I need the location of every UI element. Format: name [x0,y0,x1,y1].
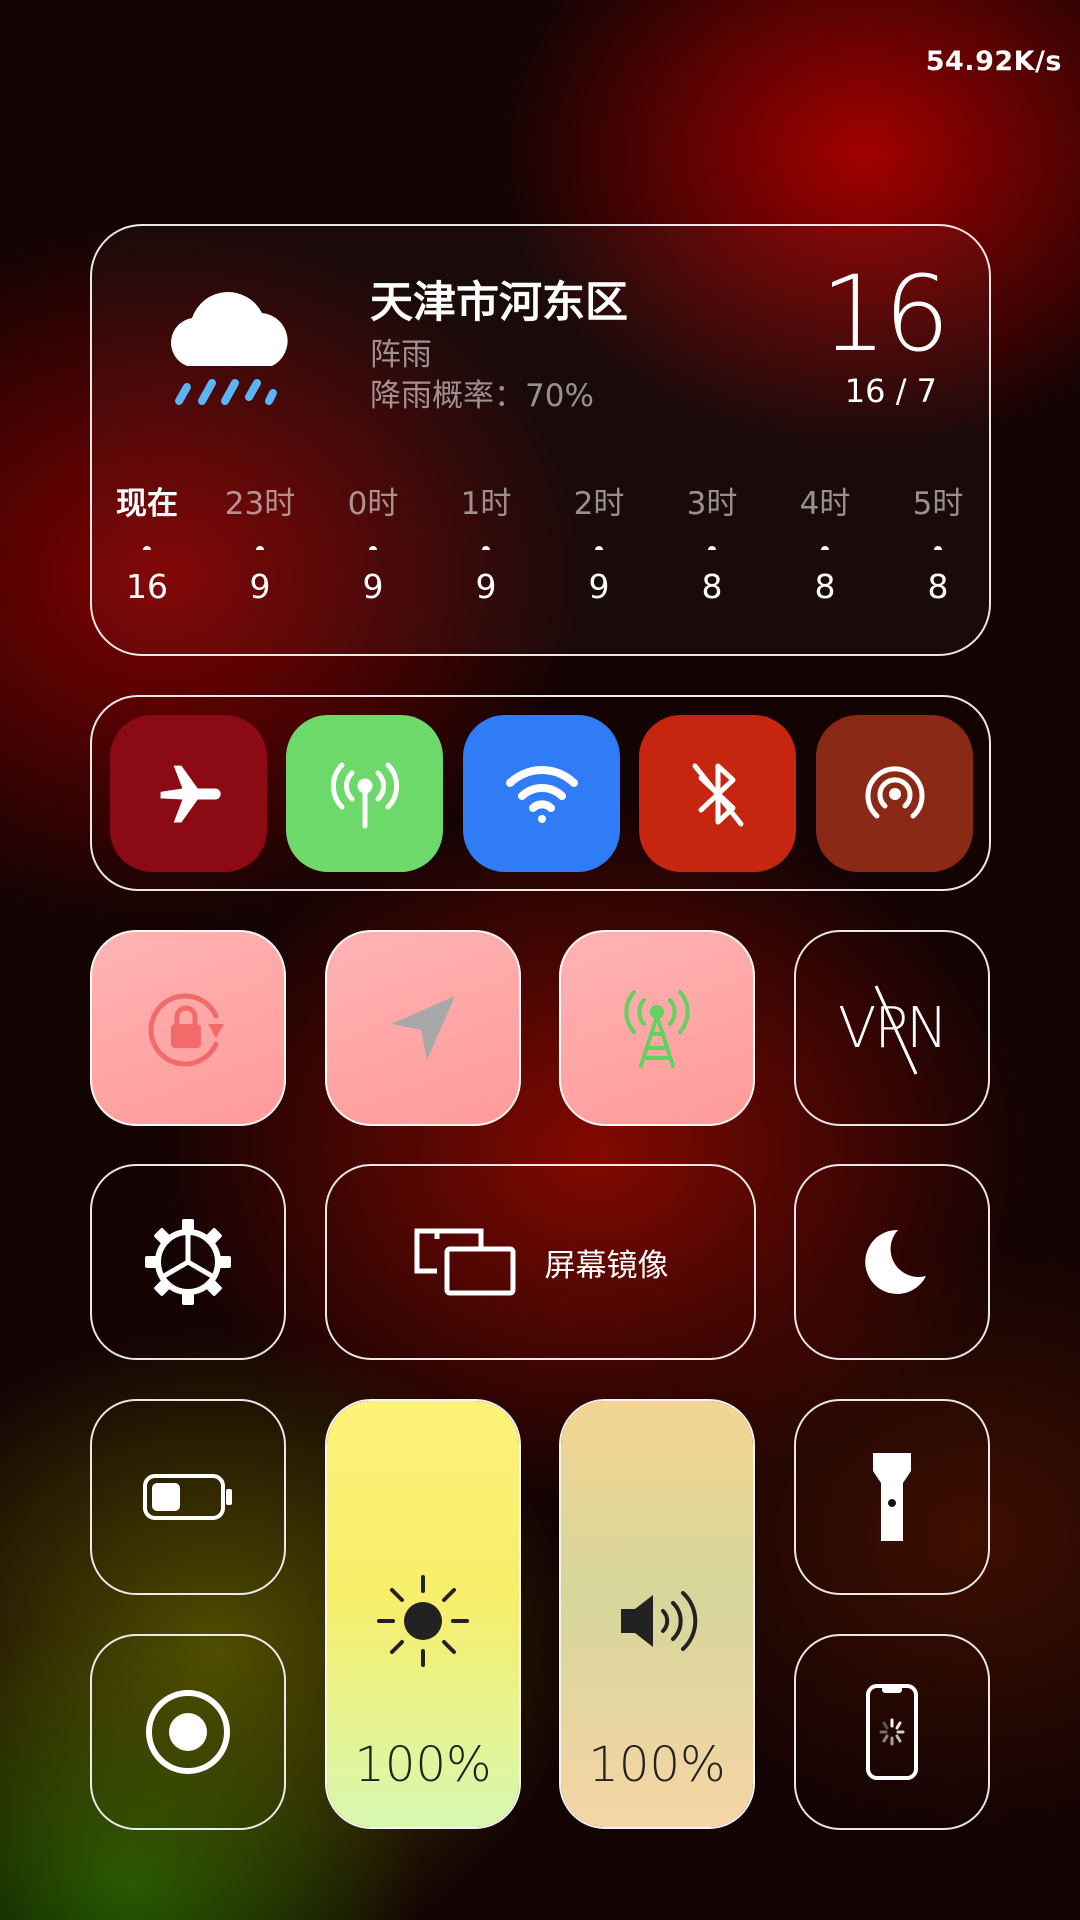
bluetooth-off-icon [692,763,743,826]
rain-icon [256,546,264,550]
phone-loading-icon [866,1684,918,1780]
hour-forecast: 现在 16 [102,478,192,606]
hour-forecast: 0时 9 [328,478,418,606]
vpn-toggle[interactable]: VPN [794,930,990,1126]
battery-icon [143,1474,232,1520]
temperature-range: 16 / 7 [844,372,937,410]
sun-icon [327,1571,519,1671]
location-toggle[interactable] [325,930,521,1126]
screen-record-button[interactable] [90,1634,286,1830]
rain-cloud-icon [157,271,297,411]
rain-icon [821,546,829,550]
connectivity-panel [90,695,991,891]
cellular-antenna-icon [330,762,399,828]
rain-icon [482,546,490,550]
hour-forecast: 2时 9 [554,478,644,606]
wifi-icon [505,765,578,823]
screen-mirroring-label: 屏幕镜像 [544,1247,669,1284]
hour-forecast: 5时 8 [893,478,983,606]
wifi-toggle[interactable] [463,715,620,872]
hour-label: 4时 [799,486,851,522]
hour-label: 23时 [224,486,296,522]
hour-forecast: 3时 8 [667,478,757,606]
rain-icon [934,546,942,550]
bluetooth-toggle[interactable] [639,715,796,872]
hour-temperature: 8 [701,567,723,606]
hour-temperature: 8 [927,567,949,606]
hour-label: 1时 [460,486,512,522]
hotspot-toggle[interactable] [559,930,755,1126]
airplane-mode-toggle[interactable] [110,715,267,872]
hourly-forecast: 现在 16 23时 9 0时 9 1时 9 2时 9 3时 8 4时 8 5时 … [92,478,993,638]
volume-slider[interactable]: 100% [559,1399,755,1829]
phone-rotate-button[interactable] [794,1634,990,1830]
hour-forecast: 23时 9 [215,478,305,606]
volume-value: 100% [588,1737,726,1793]
flashlight-icon [873,1453,911,1541]
hour-label: 0时 [347,486,399,522]
vpn-off-slash-icon [874,985,918,1075]
rain-icon [369,546,377,550]
location-arrow-icon [391,996,455,1060]
gear-icon [145,1219,231,1305]
airdrop-toggle[interactable] [816,715,973,872]
screen-mirroring-icon [414,1228,515,1296]
brightness-value: 100% [354,1737,492,1793]
screen-mirroring-button[interactable]: 屏幕镜像 [325,1164,756,1360]
rotation-lock-toggle[interactable] [90,930,286,1126]
settings-button[interactable] [90,1164,286,1360]
hour-forecast: 4时 8 [780,478,870,606]
hour-label: 2时 [573,486,625,522]
weather-condition: 阵雨 [370,337,432,373]
rain-probability: 降雨概率：70% [370,378,594,414]
do-not-disturb-toggle[interactable] [794,1164,990,1360]
moon-icon [865,1229,926,1294]
low-power-mode-toggle[interactable] [90,1399,286,1595]
rain-icon [595,546,603,550]
hour-temperature: 16 [126,567,168,606]
hour-label: 5时 [912,486,964,522]
hour-temperature: 9 [249,567,271,606]
speaker-icon [561,1571,753,1671]
rain-icon [708,546,716,550]
flashlight-toggle[interactable] [794,1399,990,1595]
cellular-data-toggle[interactable] [286,715,443,872]
hour-temperature: 9 [362,567,384,606]
hour-temperature: 9 [588,567,610,606]
weather-card[interactable]: 天津市河东区 阵雨 降雨概率：70% 16 16 / 7 现在 16 23时 9… [90,224,991,656]
airdrop-icon [865,765,924,818]
brightness-slider[interactable]: 100% [325,1399,521,1829]
rotation-lock-icon [148,993,224,1067]
hour-forecast: 1时 9 [441,478,531,606]
weather-city: 天津市河东区 [370,278,628,328]
hour-temperature: 8 [814,567,836,606]
network-speed: 54.92K/s [925,46,1062,77]
record-icon [146,1690,230,1774]
cell-tower-icon [624,990,690,1068]
hour-label: 3时 [686,486,738,522]
current-temperature: 16 [820,253,950,375]
airplane-icon [160,765,221,822]
rain-icon [143,546,151,550]
hour-temperature: 9 [475,567,497,606]
hour-label: 现在 [116,486,178,522]
